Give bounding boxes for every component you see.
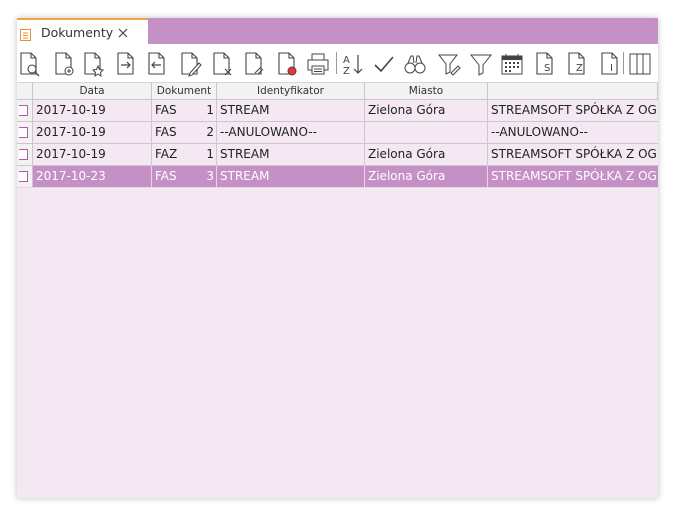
- cell-identifier: STREAM: [217, 100, 365, 122]
- filter-edit-icon[interactable]: [437, 51, 461, 77]
- import-document-icon[interactable]: [145, 51, 169, 77]
- svg-text:A: A: [343, 55, 350, 66]
- delete-document-icon[interactable]: [210, 51, 234, 77]
- cell-date: 2017-10-19: [33, 122, 152, 144]
- table-row[interactable]: 2017-10-19 FAS 2 --ANULOWANO-- --ANULOWANO--: [17, 122, 658, 144]
- row-selector[interactable]: [17, 166, 33, 188]
- cell-document: FAS 1: [152, 100, 217, 122]
- header-dokument[interactable]: Dokument: [152, 83, 217, 100]
- cell-document: FAS 3: [152, 166, 217, 188]
- cell-document: FAZ 1: [152, 144, 217, 166]
- cell-document-number: 3: [206, 169, 214, 183]
- print-icon[interactable]: [306, 51, 330, 77]
- documents-window: Dokumenty AZSZI Data Dokument Identyfika…: [17, 18, 658, 498]
- row-checkbox[interactable]: [19, 171, 28, 182]
- cell-identifier: STREAM: [217, 166, 365, 188]
- cell-date: 2017-10-23: [33, 166, 152, 188]
- sort-az-icon[interactable]: AZ: [341, 51, 365, 77]
- cell-document-type: FAS: [155, 169, 177, 183]
- cell-identifier: --ANULOWANO--: [217, 122, 365, 144]
- svg-text:Z: Z: [576, 63, 583, 74]
- cell-city: [365, 122, 488, 144]
- cell-date: 2017-10-19: [33, 100, 152, 122]
- header-data[interactable]: Data: [33, 83, 152, 100]
- tab-bar: Dokumenty: [17, 18, 658, 44]
- attach-document-icon[interactable]: [242, 51, 266, 77]
- table-row[interactable]: 2017-10-23 FAS 3 STREAM Zielona Góra STREAMSO…: [17, 166, 658, 188]
- toolbar: AZSZI: [17, 44, 658, 83]
- table-row[interactable]: 2017-10-19 FAS 1 STREAM Zielona Góra STREAMSO…: [17, 100, 658, 122]
- new-document-icon[interactable]: [275, 51, 299, 77]
- document-info-icon[interactable]: I: [598, 51, 622, 77]
- header-identyfikator[interactable]: Identyfikator: [217, 83, 365, 100]
- binoculars-icon[interactable]: [403, 51, 427, 77]
- row-selector[interactable]: [17, 144, 33, 166]
- cell-name: --ANULOWANO--: [488, 122, 658, 144]
- tab-dokumenty[interactable]: Dokumenty: [17, 18, 148, 44]
- header-miasto[interactable]: Miasto: [365, 83, 488, 100]
- cell-date: 2017-10-19: [33, 144, 152, 166]
- cell-document-number: 1: [206, 103, 214, 117]
- svg-text:Z: Z: [343, 66, 350, 77]
- cell-document-type: FAS: [155, 125, 177, 139]
- add-document-icon[interactable]: [52, 51, 76, 77]
- toolbar-separator: [623, 52, 624, 74]
- row-selector[interactable]: [17, 100, 33, 122]
- cell-name: STREAMSOFT SPÓŁKA Z OGR: [488, 100, 658, 122]
- cell-document: FAS 2: [152, 122, 217, 144]
- row-checkbox[interactable]: [19, 105, 28, 116]
- cell-document-type: FAZ: [155, 147, 178, 161]
- favorite-document-icon[interactable]: [81, 51, 105, 78]
- cell-document-number: 1: [206, 147, 214, 161]
- table-row[interactable]: 2017-10-19 FAZ 1 STREAM Zielona Góra STREAMSO…: [17, 144, 658, 166]
- header-selector: [17, 83, 33, 100]
- filter-icon[interactable]: [469, 51, 493, 77]
- header-nazwa[interactable]: [488, 83, 658, 100]
- cell-identifier: STREAM: [217, 144, 365, 166]
- cell-name: STREAMSOFT SPÓŁKA Z OGR: [488, 166, 658, 188]
- document-s-icon[interactable]: S: [533, 51, 557, 77]
- row-checkbox[interactable]: [19, 149, 28, 160]
- row-checkbox[interactable]: [19, 127, 28, 138]
- toolbar-separator: [336, 52, 337, 74]
- svg-text:I: I: [610, 63, 613, 74]
- cell-city: Zielona Góra: [365, 144, 488, 166]
- cell-city: Zielona Góra: [365, 100, 488, 122]
- export-document-icon[interactable]: [114, 51, 138, 77]
- check-icon[interactable]: [372, 51, 396, 77]
- row-selector[interactable]: [17, 122, 33, 144]
- document-z-icon[interactable]: Z: [565, 51, 589, 77]
- cell-city: Zielona Góra: [365, 166, 488, 188]
- cell-name: STREAMSOFT SPÓŁKA Z OGR: [488, 144, 658, 166]
- document-list-icon: [20, 26, 31, 41]
- svg-text:S: S: [544, 63, 550, 74]
- columns-icon[interactable]: [628, 51, 652, 77]
- edit-document-icon[interactable]: [178, 51, 202, 77]
- cell-document-type: FAS: [155, 103, 177, 117]
- preview-document-icon[interactable]: [17, 51, 41, 77]
- calendar-icon[interactable]: [500, 51, 524, 77]
- tab-label: Dokumenty: [41, 25, 114, 40]
- cell-document-number: 2: [206, 125, 214, 139]
- close-icon[interactable]: [117, 24, 129, 38]
